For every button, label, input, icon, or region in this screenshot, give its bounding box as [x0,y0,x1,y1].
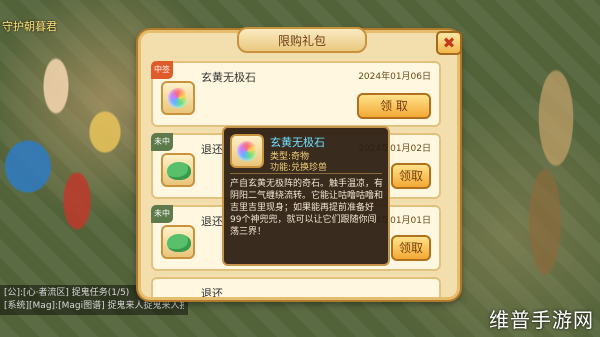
claim-button[interactable]: 领取 [391,235,431,261]
claim-button[interactable]: 领取 [391,163,431,189]
tooltip-item-name: 玄黄无极石 [270,136,325,149]
close-button[interactable]: ✖ [436,31,462,55]
item-tooltip: 玄黄无极石 类型:奇物 功能:兑换珍兽 产自玄黄无极阵的奇石。触手温凉，有阴阳二… [222,126,390,266]
item-name: 玄黄无极石 [201,71,256,84]
scene-decoration [490,40,600,300]
panel-title: 限购礼包 [237,27,367,53]
tooltip-item-icon [230,134,264,168]
list-item: 中签 玄黄无极石 2024年01月06日 领 取 [151,61,441,127]
tooltip-description: 产自玄黄无极阵的奇石。触手温凉，有阴阳二气缠绕流转。它能让咕噜咕噜和吉里吉里现身… [230,179,384,237]
status-badge: 中签 [151,61,173,79]
tooltip-divider [230,173,382,174]
item-name: 退还 [201,143,223,156]
item-icon[interactable] [161,225,195,259]
bean-icon [167,162,191,180]
item-name: 退还 [201,287,223,297]
item-name: 退还 [201,215,223,228]
chat-line: [系统][Mag]:[Magi图谱] 捉鬼来人捉鬼来人按 [4,301,184,311]
item-icon[interactable] [161,153,195,187]
player-characters [0,40,140,270]
status-badge: 未中签 [151,205,173,236]
gem-icon [237,141,257,161]
tooltip-item-function: 功能:兑换珍兽 [270,163,328,173]
list-item: 退还 [151,277,441,297]
bean-icon [167,234,191,252]
item-icon[interactable] [161,81,195,115]
item-date: 2024年01月06日 [358,72,431,82]
claim-button[interactable]: 领 取 [357,93,431,119]
status-badge: 未中签 [151,133,173,164]
player-name-label: 守护朝暮君 [2,20,57,33]
gem-icon [168,88,188,108]
site-watermark: 维普手游网 [489,308,594,332]
